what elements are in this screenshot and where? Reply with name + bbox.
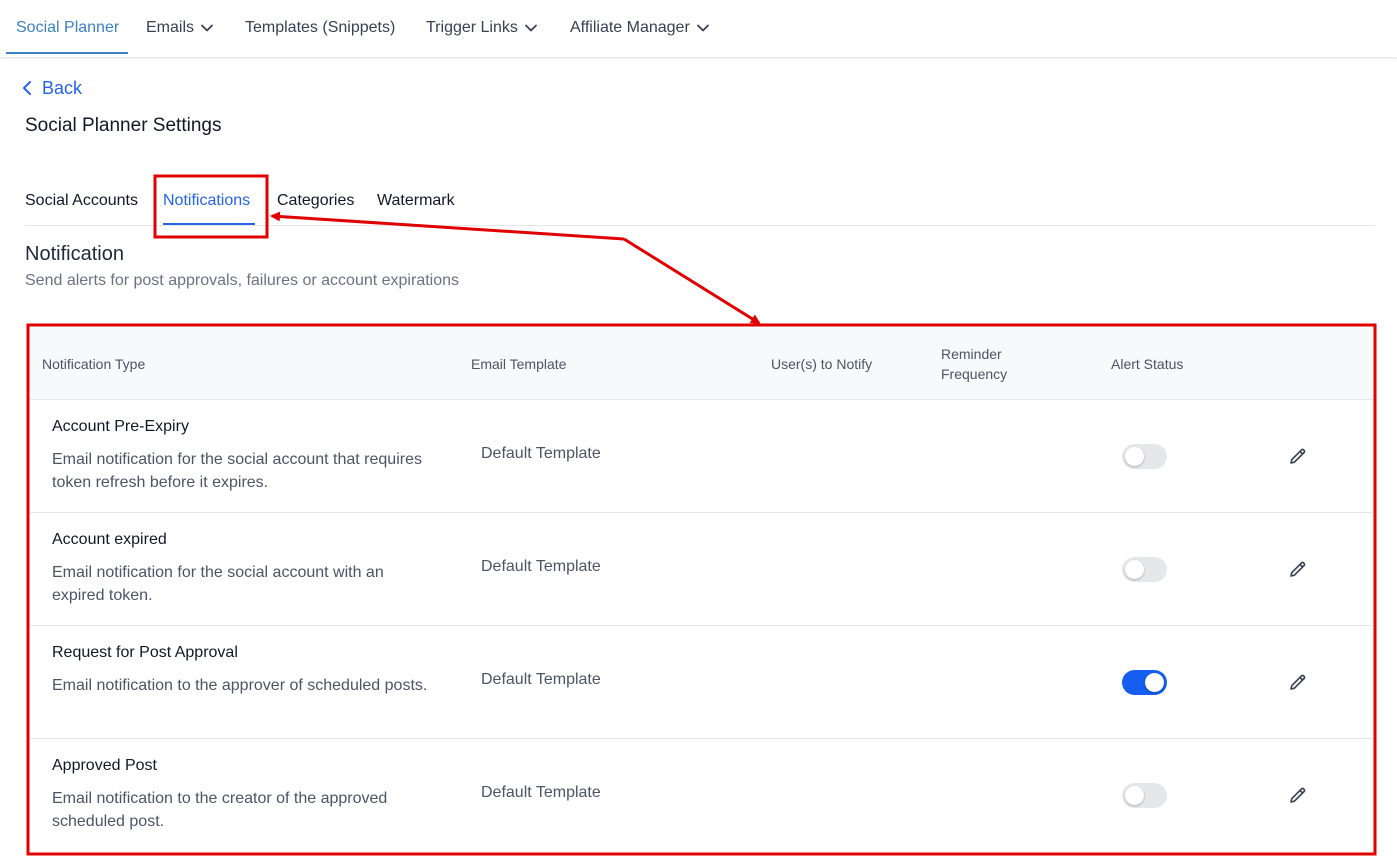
email-template-value: Default Template: [481, 784, 601, 801]
section-subtitle: Send alerts for post approvals, failures…: [25, 272, 460, 289]
table-header: Notification Type Email Template User(s)…: [30, 328, 1373, 400]
nav-templates-snippets[interactable]: Templates (Snippets): [245, 0, 395, 56]
notification-description: Email notification to the creator of the…: [52, 790, 388, 830]
alert-status-toggle[interactable]: [1122, 670, 1167, 695]
notification-title: Account Pre-Expiry: [52, 418, 189, 435]
notifications-table: Notification Type Email Template User(s)…: [30, 328, 1373, 852]
nav-label: Trigger Links: [426, 19, 518, 36]
email-template-value: Default Template: [481, 445, 601, 462]
tab-social-accounts[interactable]: Social Accounts: [25, 192, 138, 210]
column-header-notification-type: Notification Type: [42, 356, 146, 372]
toggle-knob: [1125, 786, 1144, 805]
annotation-arrow-to-table: [623, 237, 761, 325]
pencil-icon[interactable]: [1288, 672, 1308, 692]
alert-status-toggle[interactable]: [1122, 444, 1167, 469]
tab-notifications[interactable]: Notifications: [163, 192, 250, 210]
notification-description: Email notification for the social accoun…: [52, 451, 422, 491]
nav-label: Emails: [146, 19, 195, 36]
alert-status-toggle[interactable]: [1122, 783, 1167, 808]
nav-trigger-links[interactable]: Trigger Links: [426, 0, 538, 56]
chevron-down-icon: [524, 21, 538, 35]
column-header-alert-status: Alert Status: [1111, 356, 1184, 372]
pencil-icon[interactable]: [1288, 785, 1308, 805]
tab-categories[interactable]: Categories: [277, 192, 354, 210]
tab-watermark[interactable]: Watermark: [377, 192, 455, 210]
chevron-down-icon: [200, 21, 214, 35]
table-row: Request for Post Approval Email notifica…: [30, 626, 1373, 739]
notification-description: Email notification for the social accoun…: [52, 564, 384, 604]
email-template-value: Default Template: [481, 558, 601, 575]
back-label: Back: [42, 77, 83, 98]
column-header-email-template: Email Template: [471, 356, 567, 372]
alert-status-toggle[interactable]: [1122, 557, 1167, 582]
tab-active-underline: [163, 223, 255, 225]
nav-affiliate-manager[interactable]: Affiliate Manager: [570, 0, 710, 56]
nav-label: Social Planner: [16, 19, 120, 36]
toggle-knob: [1145, 673, 1164, 692]
page-title: Social Planner Settings: [25, 115, 222, 136]
section-title: Notification: [25, 243, 124, 265]
settings-tabs: Social Accounts Notifications Categories…: [25, 176, 1375, 226]
table-row: Approved Post Email notification to the …: [30, 739, 1373, 852]
nav-emails[interactable]: Emails: [146, 0, 214, 56]
table-row: Account expired Email notification for t…: [30, 513, 1373, 626]
pencil-icon[interactable]: [1288, 446, 1308, 466]
nav-active-underline: [6, 52, 128, 54]
top-navigation: Social Planner Emails Templates (Snippet…: [0, 0, 1397, 58]
nav-label: Affiliate Manager: [570, 19, 690, 36]
email-template-value: Default Template: [481, 671, 601, 688]
nav-social-planner[interactable]: Social Planner: [16, 0, 119, 56]
notification-title: Account expired: [52, 531, 167, 548]
column-header-reminder-frequency: Reminder Frequency: [941, 346, 1008, 382]
pencil-icon[interactable]: [1288, 559, 1308, 579]
column-header-users-to-notify: User(s) to Notify: [771, 356, 873, 372]
notification-title: Request for Post Approval: [52, 644, 238, 661]
chevron-left-icon: [23, 81, 31, 95]
chevron-down-icon: [696, 21, 710, 35]
toggle-knob: [1125, 560, 1144, 579]
back-link[interactable]: Back: [22, 76, 82, 100]
notification-description: Email notification to the approver of sc…: [52, 677, 428, 694]
toggle-knob: [1125, 447, 1144, 466]
notification-title: Approved Post: [52, 757, 157, 774]
table-row: Account Pre-Expiry Email notification fo…: [30, 400, 1373, 513]
nav-label: Templates (Snippets): [245, 19, 396, 36]
